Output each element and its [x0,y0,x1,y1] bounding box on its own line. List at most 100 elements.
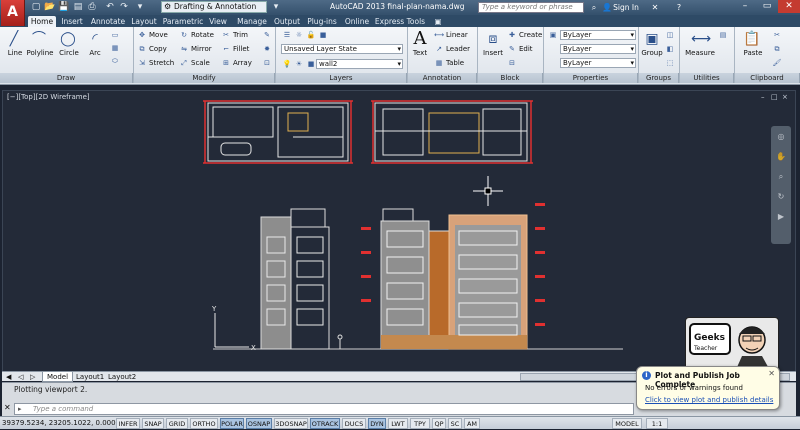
annotation-scale-button[interactable]: 1:1 [646,418,668,429]
insert-block-icon[interactable]: ⧈ [484,30,502,48]
save-as-icon[interactable]: ▤ [72,2,84,13]
quick-access-dropdown-icon[interactable]: ▾ [134,2,146,13]
status-toggle-ortho[interactable]: ORTHO [190,418,218,429]
help-icon[interactable]: ? [672,2,686,13]
color-dropdown[interactable]: ByLayer [560,30,636,40]
paste-button[interactable]: Paste [740,49,766,57]
tab-express-tools[interactable]: Express Tools [374,16,426,27]
status-toggle-osnap[interactable]: OSNAP [246,418,272,429]
rotate-button[interactable]: ↻ Rotate [179,30,214,40]
orbit-icon[interactable]: ↻ [775,192,787,202]
tab-view[interactable]: View [206,16,230,27]
group-icon[interactable]: ▣ [643,30,661,48]
edit-block-button[interactable]: ✎ Edit [507,44,533,54]
match-icon[interactable]: 🖌 [772,58,784,68]
command-close-icon[interactable]: ✕ [4,403,11,412]
model-space-button[interactable]: MODEL [612,418,642,429]
stretch-button[interactable]: ⇲ Stretch [137,58,174,68]
status-toggle-dyn[interactable]: DYN [368,418,386,429]
offset-icon[interactable]: ⊡ [262,58,274,68]
panel-title-properties[interactable]: Properties [544,73,638,83]
tab-insert[interactable]: Insert [58,16,86,27]
polyline-button[interactable]: Polyline [25,49,55,57]
tab-plugins[interactable]: Plug-ins [304,16,340,27]
close-button[interactable]: ✕ [778,0,800,13]
pan-icon[interactable]: ✋ [775,152,787,162]
erase-icon[interactable]: ✎ [262,30,274,40]
status-toggle-otrack[interactable]: OTRACK [310,418,340,429]
panel-title-groups[interactable]: Groups [639,73,679,83]
panel-title-block[interactable]: Block [478,73,543,83]
zoom-icon[interactable]: ⌕ [775,172,787,182]
exchange-icon[interactable]: ✕ [648,2,662,13]
panel-title-draw[interactable]: Draw [0,73,133,83]
current-layer-dropdown[interactable]: wall2 [316,59,403,69]
plot-icon[interactable]: ⎙ [86,2,98,13]
tab-model[interactable]: Model [42,372,74,382]
new-icon[interactable]: ▢ [30,2,42,13]
measure-button[interactable]: Measure [684,49,716,57]
user-icon[interactable]: 👤 [602,2,612,13]
copy-clip-icon[interactable]: ⧉ [772,44,784,54]
drawing-canvas[interactable]: [−][Top][2D Wireframe] – □ × Y X ◎ ✋ ⌕ ↻… [2,90,796,373]
status-toggle-grid[interactable]: GRID [166,418,188,429]
leader-button[interactable]: ↗ Leader [434,44,470,54]
ungroup-icon[interactable]: ◫ [665,30,677,40]
group-button[interactable]: Group [640,49,664,57]
panel-title-modify[interactable]: Modify [134,73,275,83]
arc-button[interactable]: Arc [85,49,105,57]
ellipse-icon[interactable]: ⬭ [110,56,122,66]
tab-parametric[interactable]: Parametric [162,16,204,27]
lineweight-dropdown[interactable]: ByLayer [560,58,636,68]
mirror-button[interactable]: ⇋ Mirror [179,44,212,54]
command-input[interactable]: Type a command [14,403,634,415]
plot-complete-notification[interactable]: i Plot and Publish Job Complete ✕ No err… [636,366,780,410]
line-icon[interactable]: ╱ [5,30,23,48]
showmotion-icon[interactable]: ▶ [775,212,787,222]
minimize-button[interactable]: – [734,0,756,13]
tab-home[interactable]: Home [28,16,56,27]
text-button[interactable]: Text [409,49,431,57]
line-button[interactable]: Line [4,49,26,57]
sign-in-button[interactable]: Sign In [613,2,639,13]
status-toggle-tpy[interactable]: TPY [410,418,430,429]
copy-button[interactable]: ⧉ Copy [137,44,167,54]
match-properties-icon[interactable]: ▣ [548,30,560,40]
circle-button[interactable]: Circle [56,49,82,57]
linear-button[interactable]: ⟷ Linear [434,30,468,40]
trim-button[interactable]: ✂ Trim [221,30,248,40]
panel-title-layers[interactable]: Layers [276,73,407,83]
steering-wheel-icon[interactable]: ◎ [775,132,787,142]
status-toggle-snap[interactable]: SNAP [142,418,164,429]
tab-nav-next-icon[interactable]: ▷ [30,372,40,382]
measure-icon[interactable]: ⟷ [691,30,711,48]
plot-details-link[interactable]: Click to view plot and publish details [645,396,773,404]
search-icon[interactable]: ⌕ [587,2,601,13]
ribbon-options-icon[interactable]: ▣ [432,16,444,27]
open-icon[interactable]: 📂 [44,2,56,13]
tab-output[interactable]: Output [272,16,302,27]
layer-state-dropdown[interactable]: Unsaved Layer State [281,44,403,54]
workspace-arrow-icon[interactable]: ▾ [270,2,282,13]
search-input[interactable]: Type a keyword or phrase [478,2,584,13]
text-icon[interactable]: A [411,30,429,48]
panel-title-annotation[interactable]: Annotation [408,73,477,83]
arc-icon[interactable]: ◜ [86,30,104,48]
linetype-dropdown[interactable]: ByLayer [560,44,636,54]
tab-layout1[interactable]: Layout1 [72,372,108,382]
create-block-button[interactable]: ✚ Create [507,30,542,40]
cut-icon[interactable]: ✂ [772,30,784,40]
panel-title-clipboard[interactable]: Clipboard [735,73,800,83]
status-toggle-infer[interactable]: INFER [116,418,140,429]
block-attributes-icon[interactable]: ⊟ [507,58,519,68]
explode-icon[interactable]: ✸ [262,44,274,54]
status-toggle-ducs[interactable]: DUCS [342,418,366,429]
circle-icon[interactable]: ◯ [59,30,77,48]
utilities-icon[interactable]: ▤ [718,30,730,40]
coordinates-readout[interactable]: 39379.5234, 23205.1022, 0.0000 [2,418,120,429]
tab-online[interactable]: Online [342,16,372,27]
panel-title-utilities[interactable]: Utilities [680,73,734,83]
navigation-bar[interactable]: ◎ ✋ ⌕ ↻ ▶ [771,126,791,244]
rectangle-icon[interactable]: ▭ [110,30,122,40]
status-toggle-qp[interactable]: QP [432,418,446,429]
